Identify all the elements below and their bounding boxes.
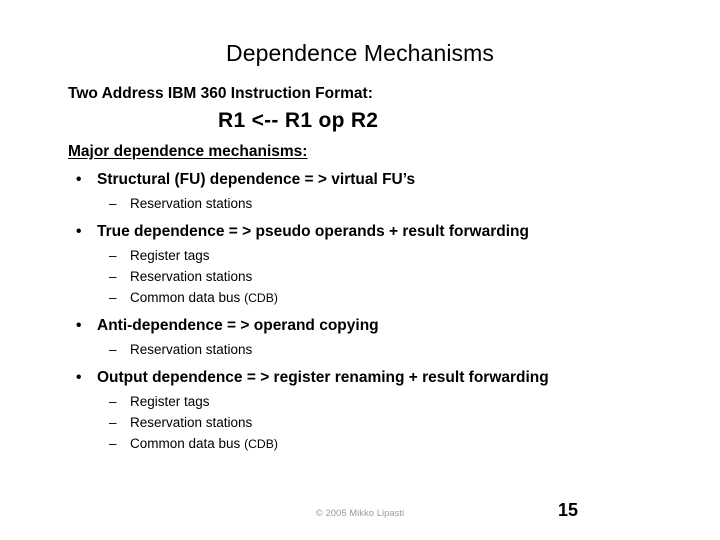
sub-bullet-marker-icon: – [109,290,117,305]
sub-bullet-item: – Common data bus (CDB) [68,434,668,454]
page-number: 15 [557,500,579,520]
bullet-label: Output dependence = > register renaming … [97,369,549,386]
bullet-list: • Structural (FU) dependence = > virtual … [68,169,668,454]
sub-bullet-label: Reservation stations [130,196,253,211]
sub-bullet-marker-icon: – [109,269,117,284]
bullet-item: • Structural (FU) dependence = > virtual … [68,169,668,190]
instruction-format-heading: Two Address IBM 360 Instruction Format: [68,85,373,102]
bullet-item: • True dependence = > pseudo operands + r… [68,221,668,242]
instruction-format-expression: R1 <-- R1 op R2 [218,109,379,132]
bullet-marker-icon: • [76,171,82,188]
sub-bullet-marker-icon: – [109,394,117,409]
page-title: Dependence Mechanisms [225,40,495,66]
sub-bullet-item: – Reservation stations [68,194,668,214]
bullet-marker-icon: • [76,369,82,386]
sub-bullet-label: Register tags [130,394,210,409]
sub-bullet-marker-icon: – [109,436,117,451]
sub-bullet-label: Reservation stations [130,415,253,430]
sub-bullet-label: Register tags [130,248,210,263]
sub-bullet-label: Common data bus [130,290,245,305]
sub-bullet-abbreviation: (CDB) [244,437,278,451]
sub-bullet-label: Common data bus [130,436,245,451]
bullet-marker-icon: • [76,223,82,240]
bullet-item: • Anti-dependence = > operand copying [68,315,668,336]
sub-bullet-group: – Register tags – Reservation stations – Comm… [68,246,668,308]
sub-bullet-item: – Reservation stations [68,340,668,360]
sub-bullet-group: – Reservation stations [68,340,668,360]
sub-bullet-item: – Reservation stations [68,413,668,433]
section-heading: Major dependence mechanisms: [68,143,308,160]
sub-bullet-marker-icon: – [109,342,117,357]
slide-canvas: Dependence Mechanisms Two Address IBM 36… [0,0,720,540]
sub-bullet-item: – Reservation stations [68,267,668,287]
sub-bullet-abbreviation: (CDB) [244,291,278,305]
sub-bullet-marker-icon: – [109,248,117,263]
bullet-label: Anti-dependence = > operand copying [97,317,379,334]
sub-bullet-group: – Register tags – Reservation stations – Comm… [68,392,668,454]
bullet-item: • Output dependence = > register renaming… [68,367,668,388]
sub-bullet-marker-icon: – [109,196,117,211]
sub-bullet-label: Reservation stations [130,342,253,357]
bullet-label: True dependence = > pseudo operands + re… [97,223,529,240]
sub-bullet-item: – Register tags [68,246,668,266]
sub-bullet-marker-icon: – [109,415,117,430]
sub-bullet-group: – Reservation stations [68,194,668,214]
footer-credit: © 2005 Mikko Lipasti [315,508,405,519]
sub-bullet-item: – Register tags [68,392,668,412]
sub-bullet-item: – Common data bus (CDB) [68,288,668,308]
slide-body: Two Address IBM 360 Instruction Format: … [68,84,668,460]
bullet-marker-icon: • [76,317,82,334]
bullet-label: Structural (FU) dependence = > virtual F… [97,171,416,188]
sub-bullet-label: Reservation stations [130,269,253,284]
